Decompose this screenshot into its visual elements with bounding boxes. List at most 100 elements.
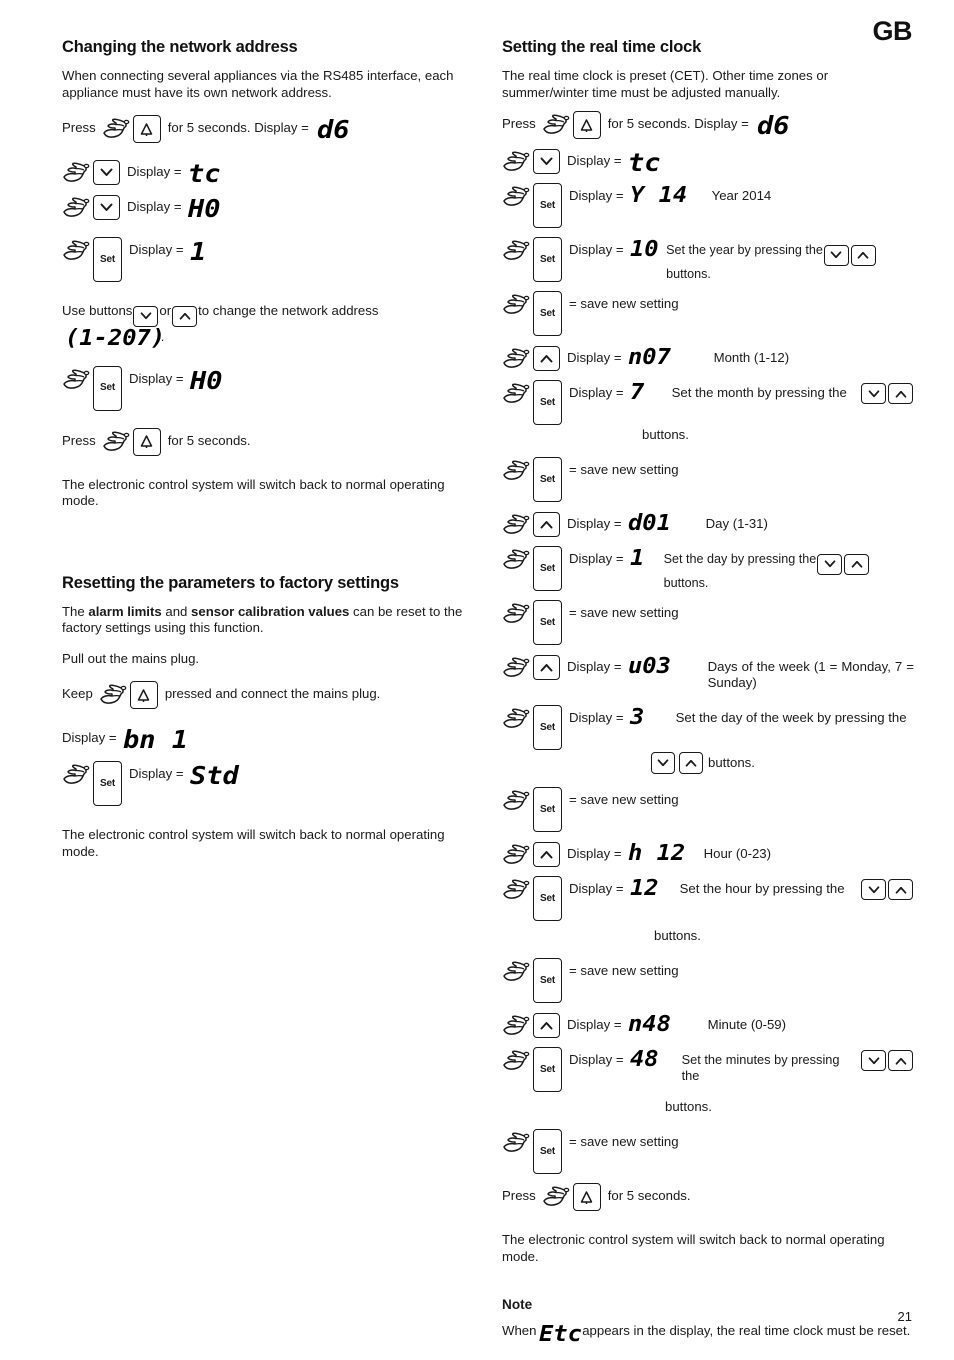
page-number: 21 [897,1309,912,1324]
desc-part-b: buttons. [708,755,755,770]
step-text: Display = [569,881,624,896]
alarm-button[interactable] [132,427,161,456]
hand-set-button-icon[interactable]: Set [62,365,122,411]
down-button-inline[interactable] [861,1050,886,1071]
hand-set-button-icon[interactable]: Set [502,237,562,282]
set-button[interactable]: Set [533,457,562,502]
hand-alarm-button-icon[interactable] [99,681,158,709]
hand-down-button-icon[interactable] [502,148,560,174]
pointing-hand-icon [502,1015,536,1036]
set-button[interactable]: Set [533,1129,562,1174]
up-button[interactable] [533,512,560,537]
set-button[interactable]: Set [93,365,122,411]
step-rtc-13: Display = h 12 Hour (0-23) [502,841,914,867]
down-button-inline[interactable] [823,244,849,266]
hand-set-button-icon[interactable]: Set [502,787,562,832]
step-description: Set the day by pressing the buttons. [664,546,914,591]
alarm-button[interactable] [132,115,161,143]
down-button[interactable] [533,149,560,174]
hand-set-button-icon[interactable]: Set [62,761,122,806]
chevron-down-icon [824,560,836,568]
hand-alarm-button-icon[interactable] [542,1183,601,1211]
up-button-inline[interactable] [888,879,913,900]
up-button-inline[interactable] [850,244,876,266]
set-button[interactable]: Set [533,546,562,591]
up-button-inline[interactable] [888,1050,913,1071]
hand-set-button-icon[interactable]: Set [502,600,562,645]
up-button[interactable] [533,842,560,867]
step-text: = save new setting [569,296,679,311]
hand-set-button-icon[interactable]: Set [62,237,122,282]
up-button-inline[interactable] [888,383,913,404]
hand-alarm-button-icon[interactable] [542,111,601,139]
step-press-alarm-5s-start: Press for 5 seconds. Display = d6 [502,111,914,139]
display-value: h 12 [627,841,685,866]
hand-set-button-icon[interactable]: Set [502,1047,562,1092]
hand-set-button-icon[interactable]: Set [502,705,562,750]
desc-part-a: Set the year by pressing the [666,243,823,257]
hand-set-button-icon[interactable]: Set [502,876,562,921]
hand-set-button-icon[interactable]: Set [502,380,562,425]
step-text: Display = [567,846,622,861]
pointing-hand-icon [62,369,96,390]
up-button-inline[interactable] [844,553,870,575]
down-button-inline[interactable] [861,879,886,900]
alarm-button[interactable] [129,681,158,709]
hand-up-button-icon[interactable] [502,841,560,867]
hand-set-button-icon[interactable]: Set [502,958,562,1003]
set-button[interactable]: Set [533,705,562,750]
set-button[interactable]: Set [533,876,562,921]
set-button[interactable]: Set [533,237,562,282]
hand-alarm-button-icon[interactable] [102,427,161,456]
set-button[interactable]: Set [533,958,562,1003]
note-text-a: When [502,1323,537,1338]
up-button[interactable] [533,655,560,680]
hand-alarm-button-icon[interactable] [102,115,161,143]
set-button[interactable]: Set [93,237,122,282]
set-button[interactable]: Set [93,761,122,806]
step-rtc-0: Display = tc [502,148,914,175]
step-rtc-6: Set = save new setting [502,457,914,502]
hand-up-button-icon[interactable] [502,654,560,680]
hand-down-button-icon[interactable] [62,159,120,185]
hand-set-button-icon[interactable]: Set [502,183,562,228]
hand-up-button-icon[interactable] [502,511,560,537]
chevron-down-icon [831,251,842,259]
up-button[interactable] [533,1013,560,1038]
network-address-closing: The electronic control system will switc… [62,476,445,509]
step-text: pressed and connect the mains plug. [164,686,381,701]
hand-set-button-icon[interactable]: Set [502,457,562,502]
down-button-inline[interactable] [817,553,843,575]
up-button[interactable] [679,752,703,774]
up-button-inline[interactable] [172,305,198,327]
down-button-inline[interactable] [133,305,159,327]
hand-set-button-icon[interactable]: Set [502,546,562,591]
hand-up-button-icon[interactable] [502,345,560,371]
set-button[interactable]: Set [533,1047,562,1092]
step-text: Display = [129,242,184,257]
hand-set-button-icon[interactable]: Set [502,1129,562,1174]
hand-down-button-icon[interactable] [62,194,120,220]
set-button[interactable]: Set [533,787,562,832]
down-button[interactable] [651,752,675,774]
set-button[interactable]: Set [533,380,562,425]
step-rtc-5-cont: buttons. [502,422,914,448]
set-button[interactable]: Set [533,600,562,645]
step-rtc-15: Set = save new setting [502,958,914,1003]
chevron-up-icon [895,390,906,398]
set-button[interactable]: Set [533,291,562,336]
step-rtc-8: Set Display = 1 Set the day by pressing … [502,546,914,591]
chevron-up-icon [540,355,553,363]
hand-up-button-icon[interactable] [502,1012,560,1038]
down-button[interactable] [93,195,120,220]
alarm-button[interactable] [572,1183,601,1211]
set-button[interactable]: Set [533,183,562,228]
alarm-button[interactable] [572,111,601,139]
hand-set-button-icon[interactable]: Set [502,291,562,336]
down-button-inline[interactable] [861,383,886,404]
chevron-up-icon [540,851,553,859]
up-button[interactable] [533,346,560,371]
pointing-hand-icon [62,764,96,785]
step-text: Display = [129,370,184,386]
down-button[interactable] [93,160,120,185]
